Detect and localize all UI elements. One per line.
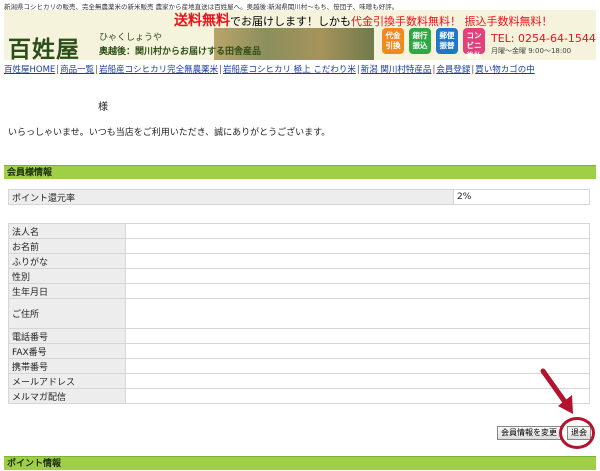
promo-fee-text: 代金引換手数料無料！ 振込手数料無料！ <box>351 15 553 28</box>
field-label: 電話番号 <box>8 328 126 344</box>
table-row: FAX番号 <box>8 343 590 359</box>
field-value <box>125 223 590 239</box>
promo-middle-text: でお届けします！しかも <box>230 15 351 28</box>
point-rate-value: 2% <box>453 189 590 205</box>
phone-number: TEL: 0254-64-1544 <box>491 32 596 45</box>
field-value <box>125 268 590 284</box>
welcome-message: いらっしゃいませ。いつも当店をご利用いただき、誠にありがとうございます。 <box>8 128 331 138</box>
table-row: 性別 <box>8 268 590 284</box>
cod-badge: 代金引換 <box>382 28 404 54</box>
nav-premium-rice[interactable]: 岩船産コシヒカリ 極上 こだわり米 <box>223 65 356 75</box>
field-label: ご住所 <box>8 298 126 329</box>
field-label: ふりがな <box>8 253 126 269</box>
field-label: メールアドレス <box>8 373 126 389</box>
member-info-header: 会員様情報 <box>4 165 596 179</box>
nav-register[interactable]: 会員登録 <box>436 65 470 75</box>
point-info-header: ポイント情報 <box>4 456 596 470</box>
field-label: 法人名 <box>8 223 126 239</box>
nav-organic-rice[interactable]: 岩船産コシヒカリ完全無農薬米 <box>99 65 218 75</box>
point-rate-label: ポイント還元率 <box>8 189 454 205</box>
member-info-table: 法人名 お名前 ふりがな 性別 生年月日 ご住所 電話番号 FAX番号 携帯番号… <box>8 223 590 404</box>
header-banner: 送料無料でお届けします！しかも代金引換手数料無料！ 振込手数料無料！ 百姓屋 ひ… <box>4 10 596 60</box>
field-value <box>125 238 590 254</box>
field-label: お名前 <box>8 238 126 254</box>
site-logo[interactable]: 百姓屋 <box>8 30 80 60</box>
nav-products[interactable]: 商品一覧 <box>60 65 94 75</box>
field-label: 生年月日 <box>8 283 126 299</box>
edit-member-info-button[interactable]: 会員情報を変更 <box>497 426 561 440</box>
field-label: メルマガ配信 <box>8 388 126 404</box>
table-row: 法人名 <box>8 223 590 239</box>
nav-specialties[interactable]: 新潟 関川村特産品 <box>361 65 432 75</box>
table-row: 携帯番号 <box>8 358 590 374</box>
postal-transfer-badge: 郵便振替 <box>436 28 458 54</box>
table-row: 電話番号 <box>8 328 590 344</box>
field-value <box>125 388 590 404</box>
table-row: ご住所 <box>8 298 590 329</box>
business-hours: 月曜～金曜 9:00～18:00 <box>491 47 572 55</box>
field-value <box>125 343 590 359</box>
convenience-store-badge: コンビニ後払 <box>463 28 485 60</box>
logo-subtitle: 奥越後：関川村からお届けする田舎産品 <box>99 47 262 57</box>
field-value <box>125 328 590 344</box>
field-value <box>125 283 590 299</box>
field-value <box>125 373 590 389</box>
field-label: FAX番号 <box>8 343 126 359</box>
field-value <box>125 253 590 269</box>
table-row: メルマガ配信 <box>8 388 590 404</box>
table-row: 生年月日 <box>8 283 590 299</box>
logo-reading: ひゃくしょうや <box>99 33 163 43</box>
customer-honorific: 様 <box>98 102 108 113</box>
table-row: ふりがな <box>8 253 590 269</box>
nav-links: 百姓屋HOME|商品一覧|岩船産コシヒカリ完全無農薬米|岩船産コシヒカリ 極上 … <box>4 65 535 75</box>
field-value <box>125 358 590 374</box>
promo-text: 送料無料でお届けします！しかも代金引換手数料無料！ 振込手数料無料！ <box>174 10 553 30</box>
bank-transfer-badge: 銀行振込 <box>409 28 431 54</box>
field-value <box>125 298 590 329</box>
red-arrow-icon <box>540 368 573 414</box>
highlight-circle <box>559 417 595 449</box>
table-row: メールアドレス <box>8 373 590 389</box>
nav-cart[interactable]: 買い物カゴの中 <box>475 65 535 75</box>
free-shipping-text: 送料無料 <box>174 13 230 29</box>
nav-home[interactable]: 百姓屋HOME <box>4 65 55 75</box>
point-rate-table: ポイント還元率 2% <box>8 189 590 205</box>
table-row: お名前 <box>8 238 590 254</box>
field-label: 性別 <box>8 268 126 284</box>
field-label: 携帯番号 <box>8 358 126 374</box>
